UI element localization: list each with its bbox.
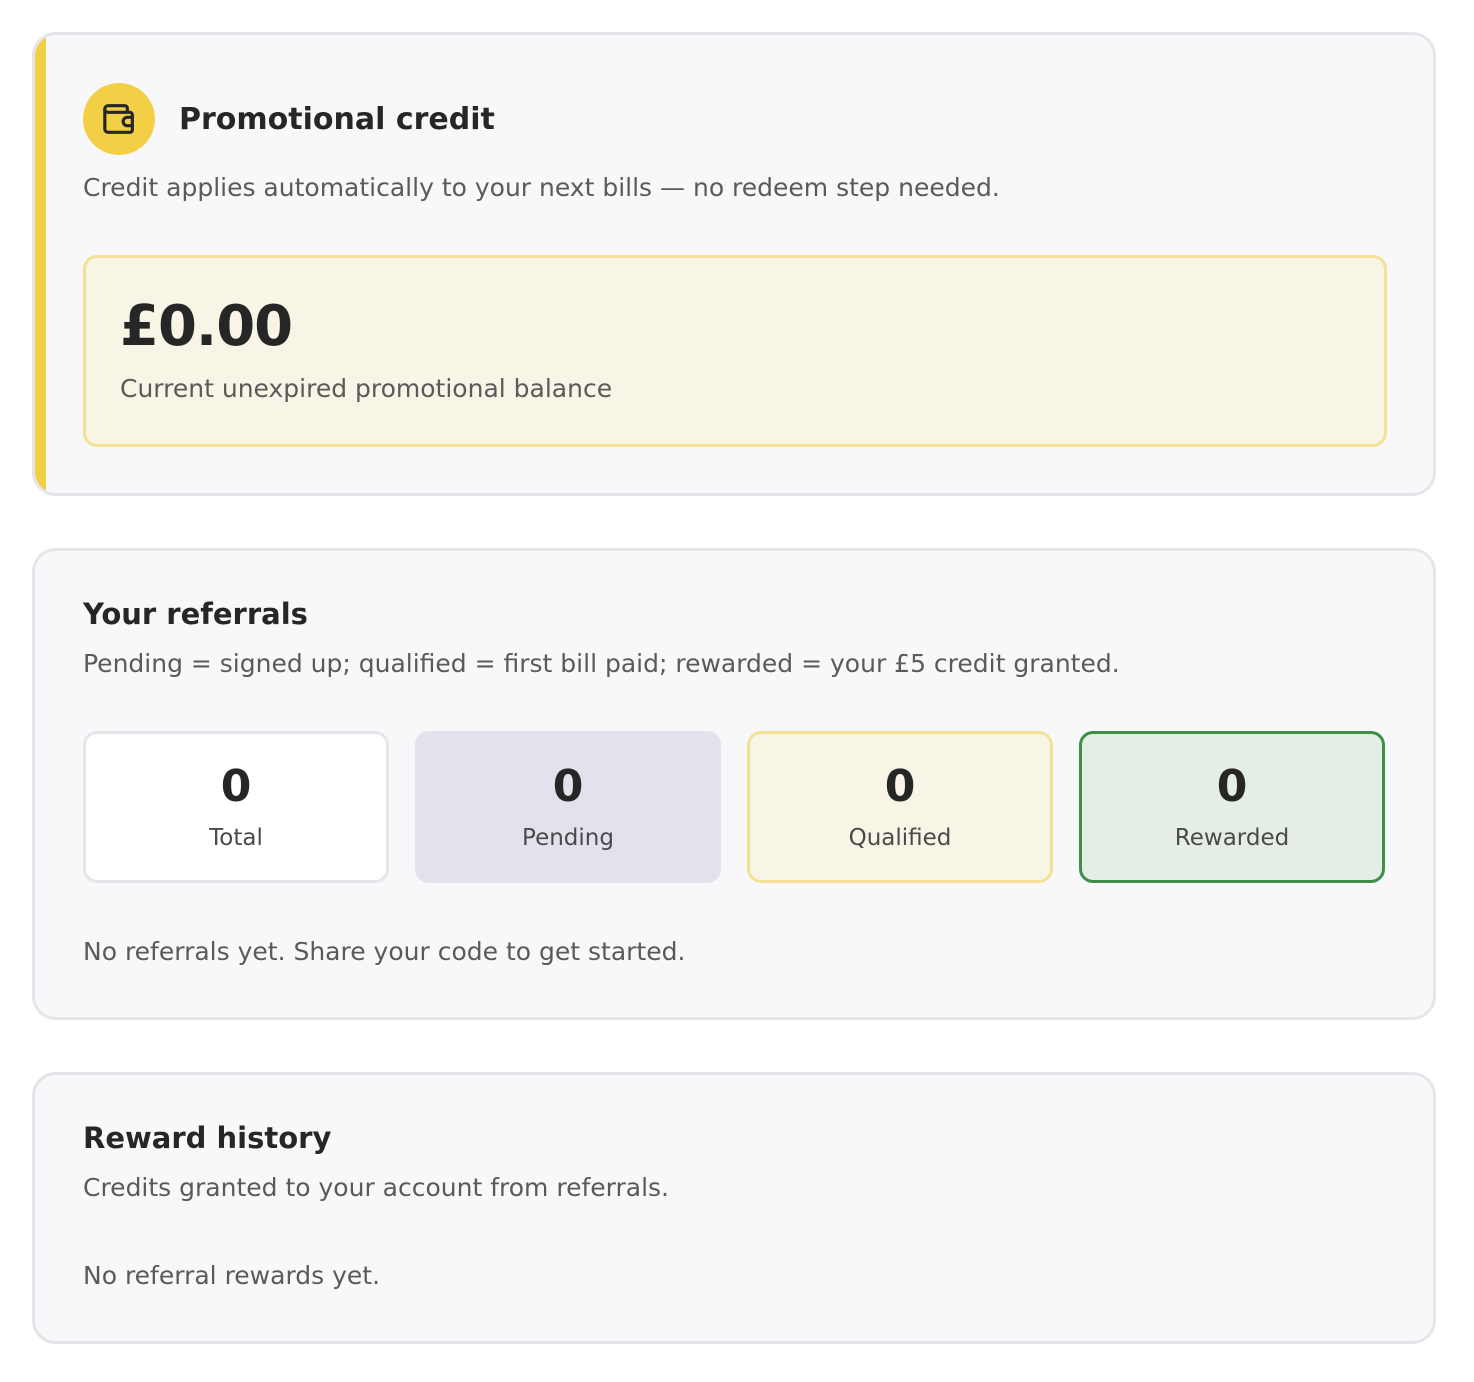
reward-history-title: Reward history <box>83 1121 332 1155</box>
stat-rewarded: 0 Rewarded <box>1079 731 1385 883</box>
stat-value: 0 <box>884 761 916 812</box>
stat-value: 0 <box>220 761 252 812</box>
referrals-empty-message: No referrals yet. Share your code to get… <box>83 937 686 966</box>
balance-amount: £0.00 <box>120 294 293 359</box>
reward-history-empty-message: No referral rewards yet. <box>83 1261 381 1290</box>
reward-history-card: Reward history Credits granted to your a… <box>32 1072 1436 1344</box>
stat-label: Qualified <box>848 825 952 851</box>
wallet-icon <box>83 83 155 155</box>
stat-value: 0 <box>1216 761 1248 812</box>
stat-value: 0 <box>552 761 584 812</box>
balance-box: £0.00 Current unexpired promotional bala… <box>83 255 1387 447</box>
promo-title: Promotional credit <box>179 101 495 137</box>
stat-label: Total <box>209 825 263 851</box>
stat-pending: 0 Pending <box>415 731 721 883</box>
accent-bar <box>35 35 46 493</box>
referrals-title: Your referrals <box>83 597 308 631</box>
stat-total: 0 Total <box>83 731 389 883</box>
promotional-credit-card: Promotional credit Credit applies automa… <box>32 32 1436 496</box>
promo-description: Credit applies automatically to your nex… <box>83 173 1000 202</box>
referral-stats: 0 Total 0 Pending 0 Qualified 0 Rewarded <box>83 731 1385 883</box>
reward-history-description: Credits granted to your account from ref… <box>83 1173 669 1202</box>
stat-label: Pending <box>522 825 614 851</box>
promo-header: Promotional credit <box>83 83 495 155</box>
referrals-card: Your referrals Pending = signed up; qual… <box>32 548 1436 1020</box>
stat-qualified: 0 Qualified <box>747 731 1053 883</box>
stat-label: Rewarded <box>1174 825 1290 851</box>
referrals-description: Pending = signed up; qualified = first b… <box>83 649 1120 678</box>
balance-label: Current unexpired promotional balance <box>120 374 613 403</box>
